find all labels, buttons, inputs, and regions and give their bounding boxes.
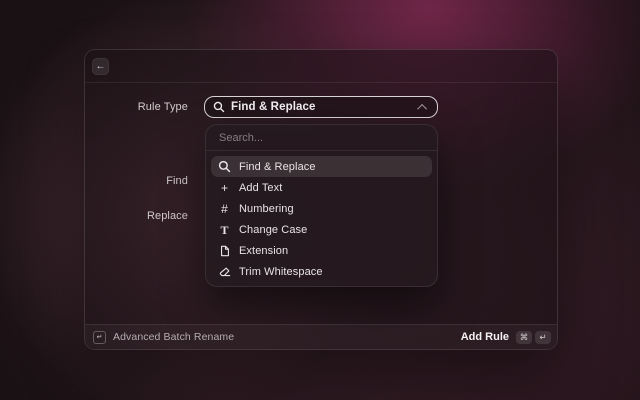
dropdown-option[interactable]: # Numbering bbox=[211, 198, 432, 219]
option-label: Add Text bbox=[239, 182, 282, 194]
dropdown-option[interactable]: Trim Whitespace bbox=[211, 261, 432, 282]
back-button[interactable]: ← bbox=[92, 58, 109, 75]
shortcut-key: ⌘ bbox=[516, 331, 532, 344]
eraser-icon bbox=[218, 266, 231, 278]
replace-label: Replace bbox=[85, 210, 188, 222]
find-label: Find bbox=[85, 175, 188, 187]
type-icon: T bbox=[218, 224, 231, 236]
option-label: Find & Replace bbox=[239, 161, 316, 173]
rule-type-label: Rule Type bbox=[85, 101, 188, 113]
shortcut-keys: ⌘↵ bbox=[516, 331, 551, 344]
app-window: ← Rule Type Find Replace Find & Replace … bbox=[84, 49, 558, 350]
hash-icon: # bbox=[218, 203, 231, 215]
option-label: Extension bbox=[239, 245, 288, 257]
dropdown-option[interactable]: T Change Case bbox=[211, 219, 432, 240]
search-icon bbox=[218, 160, 231, 173]
option-label: Trim Whitespace bbox=[239, 266, 323, 278]
window-footer: ↵ Advanced Batch Rename Add Rule ⌘↵ bbox=[85, 324, 557, 349]
window-header: ← bbox=[85, 50, 557, 83]
dropdown-option[interactable]: Find & Replace bbox=[211, 156, 432, 177]
shortcut-key: ↵ bbox=[535, 331, 551, 344]
search-icon bbox=[213, 101, 225, 113]
add-rule-button[interactable]: Add Rule bbox=[461, 331, 509, 343]
option-label: Numbering bbox=[239, 203, 294, 215]
arrow-left-icon: ← bbox=[96, 62, 106, 72]
dropdown-option[interactable]: Extension bbox=[211, 240, 432, 261]
rule-type-select[interactable]: Find & Replace bbox=[204, 96, 438, 118]
rule-type-dropdown: Find & Replace + Add Text # Numbering T … bbox=[205, 124, 438, 287]
chevron-up-icon bbox=[417, 103, 427, 113]
plus-icon: + bbox=[218, 182, 231, 194]
option-label: Change Case bbox=[239, 224, 307, 236]
dropdown-option[interactable]: + Add Text bbox=[211, 177, 432, 198]
dropdown-options: Find & Replace + Add Text # Numbering T … bbox=[206, 151, 437, 287]
return-key-icon: ↵ bbox=[93, 331, 106, 344]
app-title: Advanced Batch Rename bbox=[113, 331, 461, 343]
file-icon bbox=[218, 245, 231, 257]
rule-type-value: Find & Replace bbox=[231, 101, 414, 113]
dropdown-search-input[interactable] bbox=[206, 125, 437, 151]
